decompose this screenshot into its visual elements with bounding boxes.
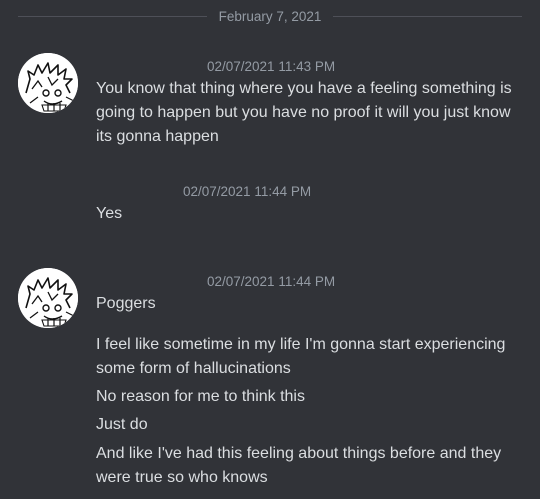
message-text: Just do xyxy=(96,416,148,433)
avatar[interactable] xyxy=(18,268,78,328)
divider-line-right xyxy=(333,15,522,17)
message-text: No reason for me to think this xyxy=(96,388,305,405)
message-text: Yes xyxy=(96,205,123,222)
date-divider: February 7, 2021 xyxy=(18,5,522,27)
message-timestamp: 02/07/2021 11:43 PM xyxy=(207,59,336,74)
message-timestamp: 02/07/2021 11:44 PM xyxy=(207,274,336,289)
sketch-cat-avatar-icon xyxy=(18,53,78,113)
message-text: And like I've had this feeling about thi… xyxy=(96,445,502,486)
sketch-cat-avatar-icon xyxy=(18,268,78,328)
date-divider-label: February 7, 2021 xyxy=(218,8,322,24)
message-timestamp: 02/07/2021 11:44 PM xyxy=(183,184,312,199)
message-text: Poggers xyxy=(96,295,156,312)
message-text: You know that thing where you have a fee… xyxy=(96,80,512,145)
message-text: I feel like sometime in my life I'm gonn… xyxy=(96,336,506,377)
divider-line-left xyxy=(18,15,207,17)
avatar[interactable] xyxy=(18,53,78,113)
